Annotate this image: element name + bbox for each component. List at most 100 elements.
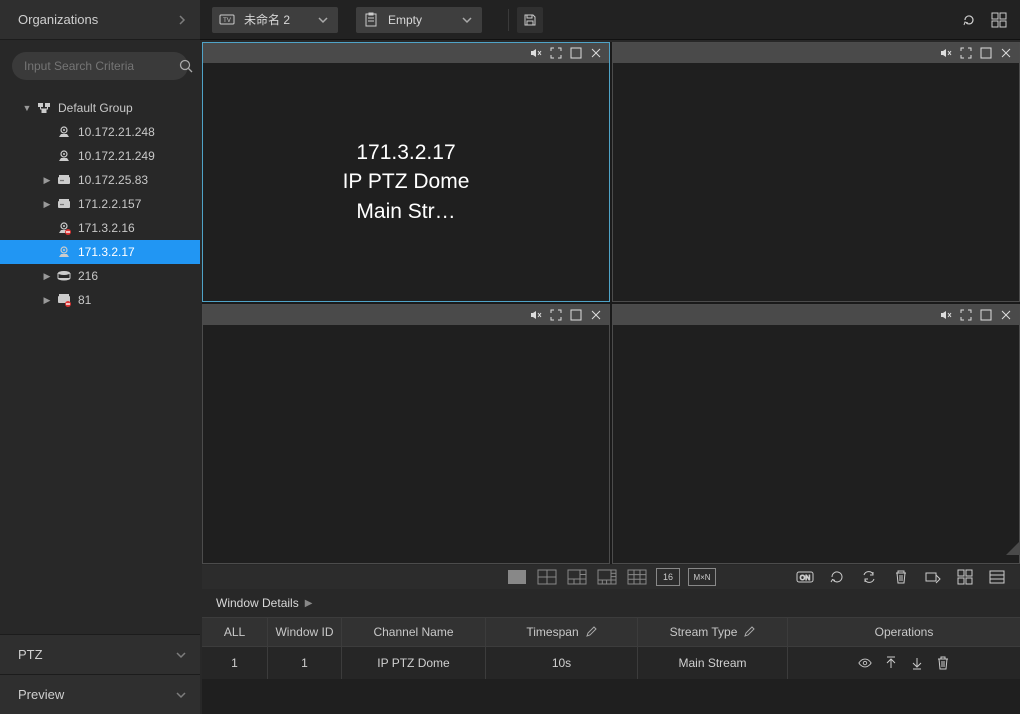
trash-icon[interactable] [890,568,912,586]
col-stream-type[interactable]: Stream Type [638,618,788,646]
mute-icon[interactable] [529,46,543,60]
details-table: ALL Window ID Channel Name Timespan Stre… [202,617,1020,714]
layout-1-icon[interactable] [506,568,528,586]
preview-panel-header[interactable]: Preview [0,674,200,714]
list-icon[interactable] [986,568,1008,586]
cell-timespan: 10s [486,647,638,679]
maximize-icon[interactable] [569,46,583,60]
edit-icon[interactable] [743,626,755,638]
maximize-icon[interactable] [569,308,583,322]
close-icon[interactable] [999,46,1013,60]
chevron-down-icon [318,16,328,24]
window-details: Window Details ▶ ALL Window ID Channel N… [202,589,1020,714]
tree-item-10-172-25-83[interactable]: ▶10.172.25.83 [0,168,200,192]
grid-layout-icon[interactable] [990,11,1008,29]
tree-item-171-3-2-17[interactable]: 171.3.2.17 [0,240,200,264]
chevron-right-icon[interactable]: ▶ [42,271,52,282]
layout-4-icon[interactable] [536,568,558,586]
tree-group-default[interactable]: ▼ Default Group [0,96,200,120]
mute-icon[interactable] [529,308,543,322]
loop-icon[interactable] [826,568,848,586]
ptz-panel-header[interactable]: PTZ [0,634,200,674]
video-pane-2[interactable] [612,42,1020,302]
layout-6-icon[interactable] [566,568,588,586]
details-header-label: Window Details [216,596,299,610]
video-pane-3[interactable] [202,304,610,564]
divider [508,9,509,31]
fullscreen-icon[interactable] [549,308,563,322]
fullscreen-icon[interactable] [549,46,563,60]
expand-corner-icon[interactable] [1006,541,1020,555]
tree-item-10-172-21-248[interactable]: 10.172.21.248 [0,120,200,144]
search-box[interactable] [12,52,188,80]
trash-icon[interactable] [936,656,950,670]
device-off-icon [56,292,72,308]
layout-9-icon[interactable] [626,568,648,586]
chevron-down-icon[interactable]: ▼ [22,103,32,113]
refresh-icon[interactable] [960,11,978,29]
chevron-right-icon[interactable]: ▶ [42,199,52,210]
video-pane-1[interactable]: 171.3.2.17 IP PTZ Dome Main Str… [202,42,610,302]
close-icon[interactable] [589,46,603,60]
task-label: Empty [388,13,448,27]
split-icon[interactable] [954,568,976,586]
col-timespan[interactable]: Timespan [486,618,638,646]
pane-titlebar [203,43,609,63]
maximize-icon[interactable] [979,46,993,60]
pane-device-type: IP PTZ Dome [343,167,470,196]
tvwall-selector[interactable]: TV 未命名 2 [212,7,338,33]
tree-item-171-3-2-16[interactable]: 171.3.2.16 [0,216,200,240]
eye-icon[interactable] [858,656,872,670]
ptz-label: PTZ [18,647,43,662]
tree-item-label: 216 [78,269,98,283]
edit-icon[interactable] [585,626,597,638]
svg-text:TV: TV [223,18,231,24]
mute-icon[interactable] [939,46,953,60]
clear-screen-icon[interactable] [922,568,944,586]
tv-icon: TV [218,11,236,29]
task-selector[interactable]: Empty [356,7,482,33]
tree-item-label: 10.172.21.248 [78,125,155,139]
tree-item-label: 81 [78,293,91,307]
fullscreen-icon[interactable] [959,46,973,60]
col-channel-name[interactable]: Channel Name [342,618,486,646]
tree-item-81[interactable]: ▶ 81 [0,288,200,312]
chevron-right-icon[interactable]: ▶ [42,175,52,186]
col-window-id[interactable]: Window ID [268,618,342,646]
layout-16-icon[interactable]: 16 [656,568,680,586]
fullscreen-icon[interactable] [959,308,973,322]
cell-window-id: 1 [268,647,342,679]
tree-item-216[interactable]: ▶ 216 [0,264,200,288]
sync-icon[interactable] [858,568,880,586]
col-all[interactable]: ALL [202,618,268,646]
save-button[interactable] [517,7,543,33]
video-grid: 171.3.2.17 IP PTZ Dome Main Str… [202,42,1020,564]
chevron-right-icon: ▶ [305,598,313,609]
chevron-right-icon[interactable]: ▶ [42,295,52,306]
camera-icon [56,124,72,140]
mute-icon[interactable] [939,308,953,322]
close-icon[interactable] [999,308,1013,322]
pane-body [203,325,609,563]
layout-mn-icon[interactable]: M×N [688,568,716,586]
pane-titlebar [613,43,1019,63]
close-icon[interactable] [589,308,603,322]
organizations-header[interactable]: Organizations [0,0,200,40]
tree-item-10-172-21-249[interactable]: 10.172.21.249 [0,144,200,168]
table-row[interactable]: 1 1 IP PTZ Dome 10s Main Stream [202,647,1020,679]
video-pane-4[interactable] [612,304,1020,564]
device-tree: ▼ Default Group 10.172.21.248 10.172.21.2… [0,88,200,634]
layout-8-icon[interactable] [596,568,618,586]
search-icon[interactable] [179,59,193,73]
move-down-icon[interactable] [910,656,924,670]
details-header[interactable]: Window Details ▶ [202,589,1020,617]
toggle-on-icon[interactable]: ON [794,568,816,586]
svg-text:ON: ON [800,575,811,582]
disk-icon [56,268,72,284]
maximize-icon[interactable] [979,308,993,322]
tree-item-label: 10.172.21.249 [78,149,155,163]
top-toolbar: TV 未命名 2 Empty [200,0,1020,40]
search-input[interactable] [24,59,179,73]
move-up-icon[interactable] [884,656,898,670]
tree-item-171-2-2-157[interactable]: ▶171.2.2.157 [0,192,200,216]
